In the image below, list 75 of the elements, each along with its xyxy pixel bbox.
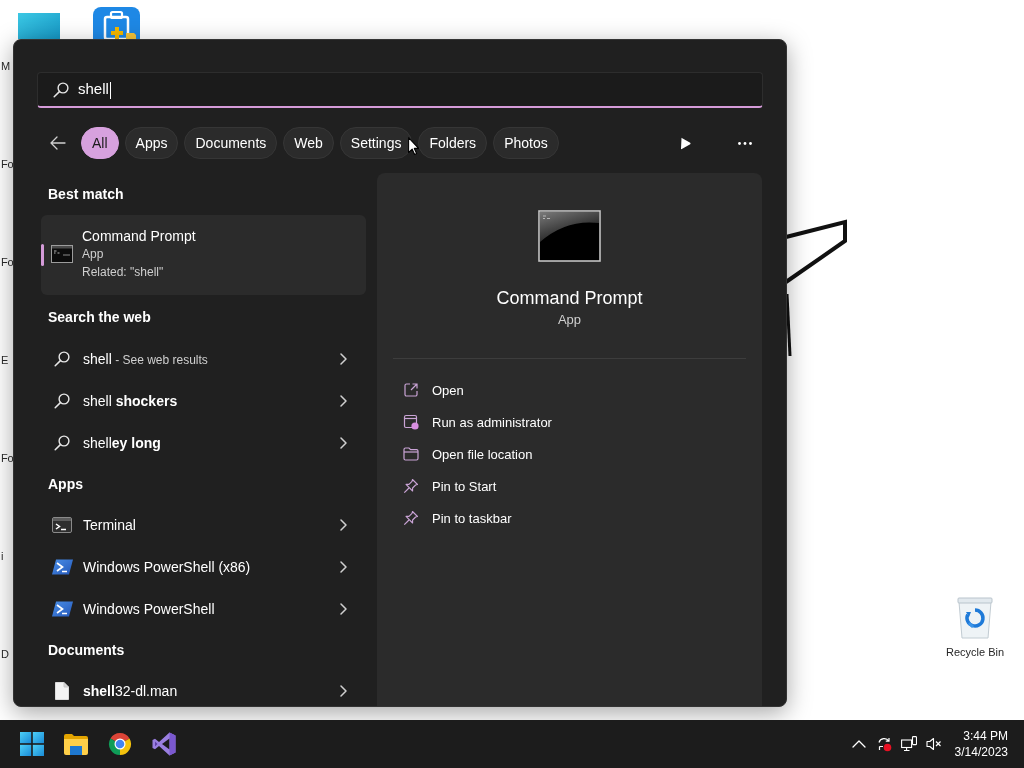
chevron-right-icon bbox=[340, 395, 347, 407]
pin-icon bbox=[403, 510, 419, 526]
search-icon bbox=[54, 393, 70, 409]
desktop-icon-label: M bbox=[1, 59, 11, 73]
search-icon bbox=[53, 81, 69, 98]
chevron-right-icon bbox=[340, 519, 347, 531]
desktop-icon-label: Fo bbox=[1, 255, 14, 269]
desktop-icon-label: D bbox=[1, 647, 10, 661]
window-shield-icon bbox=[403, 414, 419, 430]
folder-icon[interactable] bbox=[64, 733, 88, 755]
action-item[interactable]: Run as administrator bbox=[392, 406, 747, 438]
four-squares-icon[interactable] bbox=[20, 732, 44, 756]
result-item[interactable]: Terminal bbox=[41, 504, 366, 546]
action-item[interactable]: Open file location bbox=[392, 438, 747, 470]
tile-icon[interactable] bbox=[18, 13, 60, 39]
filter-tab[interactable]: Documents bbox=[184, 127, 278, 159]
app-title: Command Prompt bbox=[82, 227, 196, 245]
play-icon bbox=[679, 136, 691, 150]
search-icon bbox=[54, 435, 70, 451]
filter-tab[interactable]: Apps bbox=[124, 127, 179, 159]
section-heading: Apps bbox=[47, 475, 84, 494]
clock-time[interactable]: 3:44 PM bbox=[963, 728, 1008, 744]
section-heading: Documents bbox=[47, 641, 126, 660]
pin-icon bbox=[403, 478, 419, 494]
result-item[interactable]: Windows PowerShell bbox=[41, 588, 366, 630]
result-item[interactable]: Windows PowerShell (x86) bbox=[41, 546, 366, 588]
desktop-icon-label: i bbox=[1, 549, 5, 563]
monitor-icon[interactable] bbox=[900, 736, 917, 752]
terminal-icon bbox=[52, 517, 72, 533]
action-item[interactable]: Pin to Start bbox=[392, 470, 747, 502]
back-arrow-icon bbox=[50, 136, 66, 150]
section-heading: Best match bbox=[47, 185, 125, 204]
recycle-bin-icon[interactable] bbox=[955, 595, 995, 639]
powershell-icon bbox=[51, 601, 73, 617]
circle-logo-icon[interactable] bbox=[108, 732, 132, 756]
search-icon bbox=[54, 351, 70, 367]
desktop-icon-label: Fo bbox=[1, 157, 14, 171]
document-icon bbox=[55, 682, 69, 700]
best-match-card[interactable]: Command Prompt App Related: "shell" bbox=[41, 215, 366, 295]
app-type: App bbox=[82, 246, 104, 263]
muted-speaker-icon[interactable] bbox=[925, 736, 942, 752]
preview-subtitle: App bbox=[557, 311, 582, 329]
more-icon bbox=[738, 141, 752, 145]
chevron-right-icon bbox=[340, 685, 347, 697]
result-item[interactable]: shell shockers bbox=[41, 380, 366, 422]
related-text: Related: "shell" bbox=[82, 264, 164, 281]
filter-tab[interactable]: All bbox=[81, 127, 119, 159]
filter-tab[interactable]: Web bbox=[283, 127, 334, 159]
action-item[interactable]: Pin to taskbar bbox=[392, 502, 747, 534]
briefcase-icon[interactable] bbox=[93, 7, 140, 39]
section-heading: Search the web bbox=[47, 308, 152, 327]
result-item[interactable]: shell32-dl.man bbox=[41, 670, 366, 706]
external-link-icon bbox=[403, 382, 419, 398]
filter-tab[interactable]: Folders bbox=[418, 127, 488, 159]
action-item[interactable]: Open bbox=[392, 374, 747, 406]
result-item[interactable]: shelley long bbox=[41, 422, 366, 464]
preview-title: Command Prompt bbox=[496, 287, 643, 310]
terminal-window-icon bbox=[538, 210, 601, 262]
chevron-right-icon bbox=[340, 603, 347, 615]
chevron-right-icon bbox=[340, 561, 347, 573]
desktop-icon-label: Fo bbox=[1, 451, 14, 465]
desktop-icon-label[interactable]: Recycle Bin bbox=[945, 645, 1005, 659]
filter-tab[interactable]: Settings bbox=[339, 127, 413, 159]
clock-date[interactable]: 3/14/2023 bbox=[954, 744, 1008, 760]
chevron-right-icon bbox=[340, 437, 347, 449]
result-item[interactable]: shell - See web results bbox=[41, 338, 366, 380]
filter-tab[interactable]: Photos bbox=[493, 127, 559, 159]
powershell-icon bbox=[51, 559, 73, 575]
terminal-window-icon bbox=[51, 245, 73, 263]
desktop-icon-label: E bbox=[1, 353, 10, 367]
search-field[interactable]: shell bbox=[37, 72, 763, 108]
folder-outline-icon bbox=[403, 447, 419, 461]
cursor-icon bbox=[408, 137, 419, 155]
ribbon-logo-icon[interactable] bbox=[152, 732, 176, 756]
chevron-right-icon bbox=[340, 353, 347, 365]
